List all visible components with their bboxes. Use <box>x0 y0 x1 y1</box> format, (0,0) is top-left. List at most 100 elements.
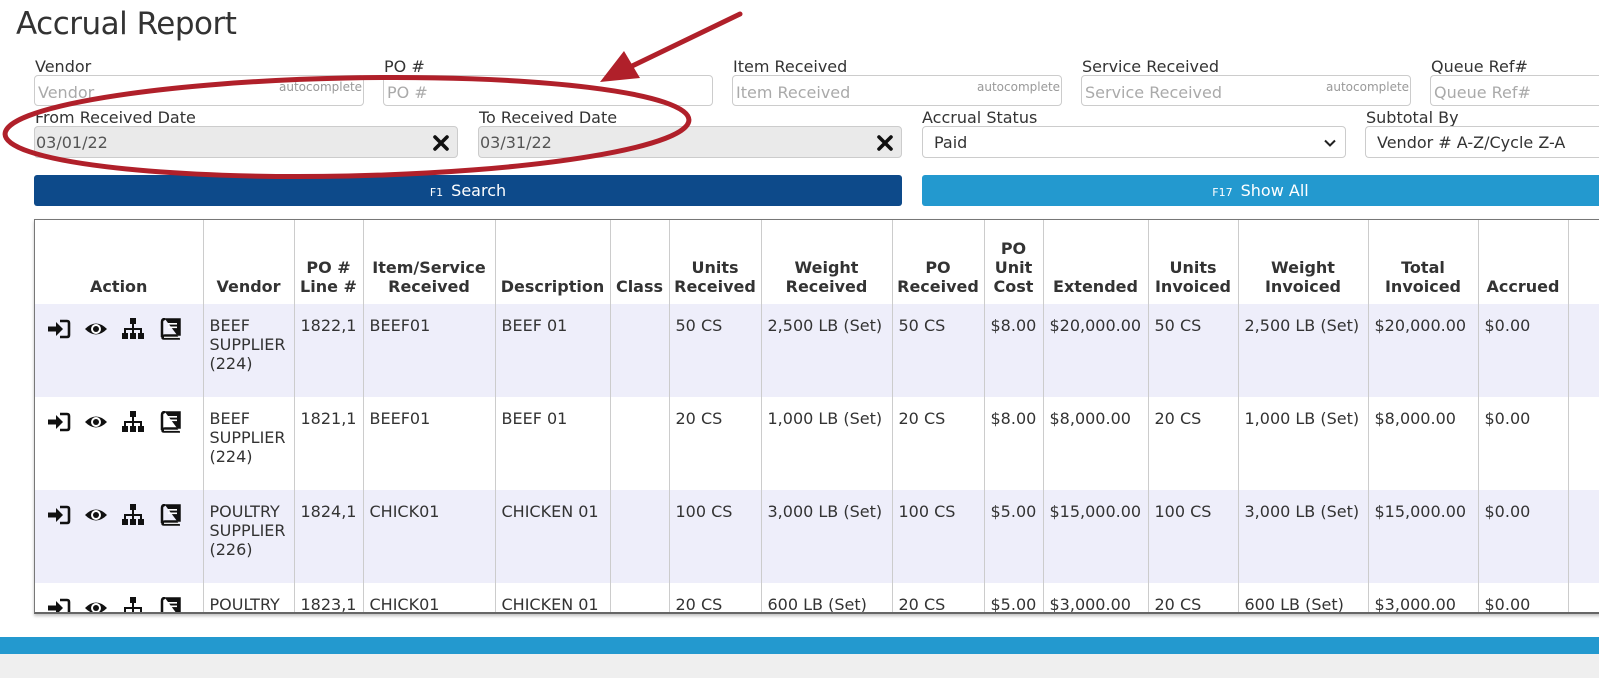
units-invoiced-cell: 20 CS <box>1148 397 1239 490</box>
overflow-cell <box>1568 397 1599 490</box>
total-invoiced-cell: $15,000.00 <box>1368 490 1479 583</box>
footer-bar <box>0 637 1599 654</box>
col-header-accrued[interactable]: Accrued <box>1478 220 1569 304</box>
accrual-status-select[interactable]: Paid <box>922 126 1346 158</box>
table-row[interactable]: POULTRY SUPPLIER (226) 1824,1 CHICK01 CHIC… <box>35 490 1599 583</box>
sign-in-icon[interactable] <box>47 318 71 340</box>
units-received-cell: 50 CS <box>669 304 762 397</box>
col-header-weight-invoiced[interactable]: Weight Invoiced <box>1238 220 1369 304</box>
item-cell: CHICK01 <box>363 490 496 583</box>
queue-ref-label: Queue Ref# <box>1431 57 1528 76</box>
close-icon[interactable] <box>431 133 451 153</box>
description-cell: BEEF 01 <box>495 397 611 490</box>
book-icon[interactable] <box>158 504 182 526</box>
po-received-cell: 20 CS <box>892 583 985 612</box>
table-header-row: Action Vendor PO # Line # Item/Service Rec… <box>35 220 1599 304</box>
sitemap-icon[interactable] <box>121 318 145 340</box>
action-cell <box>35 397 204 490</box>
action-cell <box>35 490 204 583</box>
po-unit-cost-cell: $8.00 <box>984 397 1044 490</box>
po-input[interactable] <box>383 75 713 106</box>
from-date-label: From Received Date <box>35 108 196 127</box>
sitemap-icon[interactable] <box>121 411 145 433</box>
from-date-input[interactable]: 03/01/22 <box>34 126 458 158</box>
po-line-cell: 1824,1 <box>294 490 364 583</box>
po-label: PO # <box>384 57 425 76</box>
subtotal-by-label: Subtotal By <box>1366 108 1459 127</box>
vendor-autocomplete-tag: autocomplete <box>279 80 363 94</box>
show-all-shortcut-key: F17 <box>1212 186 1233 199</box>
weight-received-cell: 3,000 LB (Set) <box>761 490 893 583</box>
action-cell <box>35 583 204 614</box>
accrued-cell: $0.00 <box>1478 583 1569 612</box>
eye-icon[interactable] <box>84 504 108 526</box>
units-invoiced-cell: 20 CS <box>1148 583 1239 612</box>
sign-in-icon[interactable] <box>47 504 71 526</box>
col-header-overflow <box>1568 220 1599 304</box>
sitemap-icon[interactable] <box>121 597 145 614</box>
description-cell: CHICKEN 01 <box>495 583 611 612</box>
class-cell <box>610 490 670 583</box>
po-received-cell: 100 CS <box>892 490 985 583</box>
col-header-description[interactable]: Description <box>495 220 611 304</box>
book-icon[interactable] <box>158 318 182 340</box>
action-cell <box>35 304 204 397</box>
item-cell: BEEF01 <box>363 397 496 490</box>
show-all-button-label: Show All <box>1240 181 1309 200</box>
to-date-value: 03/31/22 <box>480 133 552 152</box>
queue-ref-input[interactable] <box>1430 75 1599 106</box>
close-icon[interactable] <box>875 133 895 153</box>
sitemap-icon[interactable] <box>121 504 145 526</box>
extended-cell: $8,000.00 <box>1043 397 1149 490</box>
subtotal-by-select[interactable]: Vendor # A-Z/Cycle Z-A <box>1365 126 1599 158</box>
footer-area <box>0 654 1599 678</box>
col-header-class[interactable]: Class <box>610 220 670 304</box>
weight-received-cell: 1,000 LB (Set) <box>761 397 893 490</box>
overflow-cell <box>1568 583 1599 612</box>
po-line-cell: 1822,1 <box>294 304 364 397</box>
sign-in-icon[interactable] <box>47 597 71 614</box>
col-header-units-received[interactable]: Units Received <box>669 220 762 304</box>
table-row[interactable]: BEEF SUPPLIER (224) 1821,1 BEEF01 BEEF 01 … <box>35 397 1599 490</box>
extended-cell: $15,000.00 <box>1043 490 1149 583</box>
item-autocomplete-tag: autocomplete <box>977 80 1061 94</box>
col-header-action[interactable]: Action <box>35 220 204 304</box>
col-header-vendor[interactable]: Vendor <box>203 220 295 304</box>
class-cell <box>610 583 670 612</box>
accrual-status-label: Accrual Status <box>922 108 1038 127</box>
po-unit-cost-cell: $5.00 <box>984 490 1044 583</box>
weight-received-cell: 600 LB (Set) <box>761 583 893 612</box>
results-table: Action Vendor PO # Line # Item/Service Rec… <box>34 219 1599 614</box>
col-header-po-line[interactable]: PO # Line # <box>294 220 364 304</box>
table-row[interactable]: POULTRYSUPPLIER(226) 1823,1 CHICK01 CHIC… <box>35 583 1599 614</box>
item-cell: BEEF01 <box>363 304 496 397</box>
to-date-input[interactable]: 03/31/22 <box>478 126 902 158</box>
col-header-total-invoiced[interactable]: Total Invoiced <box>1368 220 1479 304</box>
eye-icon[interactable] <box>84 411 108 433</box>
col-header-po-unit-cost[interactable]: PO Unit Cost <box>984 220 1044 304</box>
col-header-units-invoiced[interactable]: Units Invoiced <box>1148 220 1239 304</box>
overflow-cell <box>1568 304 1599 397</box>
col-header-weight-received[interactable]: Weight Received <box>761 220 893 304</box>
show-all-button[interactable]: F17 Show All <box>922 175 1599 206</box>
accrued-cell: $0.00 <box>1478 490 1569 583</box>
class-cell <box>610 397 670 490</box>
col-header-extended[interactable]: Extended <box>1043 220 1149 304</box>
search-button[interactable]: F1 Search <box>34 175 902 206</box>
table-row[interactable]: BEEF SUPPLIER (224) 1822,1 BEEF01 BEEF 01 … <box>35 304 1599 397</box>
weight-invoiced-cell: 3,000 LB (Set) <box>1238 490 1369 583</box>
sign-in-icon[interactable] <box>47 411 71 433</box>
extended-cell: $3,000.00 <box>1043 583 1149 612</box>
subtotal-by-value: Vendor # A-Z/Cycle Z-A <box>1377 133 1566 152</box>
vendor-label: Vendor <box>35 57 92 76</box>
book-icon[interactable] <box>158 597 182 614</box>
units-received-cell: 100 CS <box>669 490 762 583</box>
col-header-item-service[interactable]: Item/Service Received <box>363 220 496 304</box>
book-icon[interactable] <box>158 411 182 433</box>
eye-icon[interactable] <box>84 318 108 340</box>
col-header-po-received[interactable]: PO Received <box>892 220 985 304</box>
eye-icon[interactable] <box>84 597 108 614</box>
vendor-cell: POULTRYSUPPLIER(226) <box>203 490 295 583</box>
page-title: Accrual Report <box>16 6 237 42</box>
accrual-status-value: Paid <box>934 133 968 152</box>
